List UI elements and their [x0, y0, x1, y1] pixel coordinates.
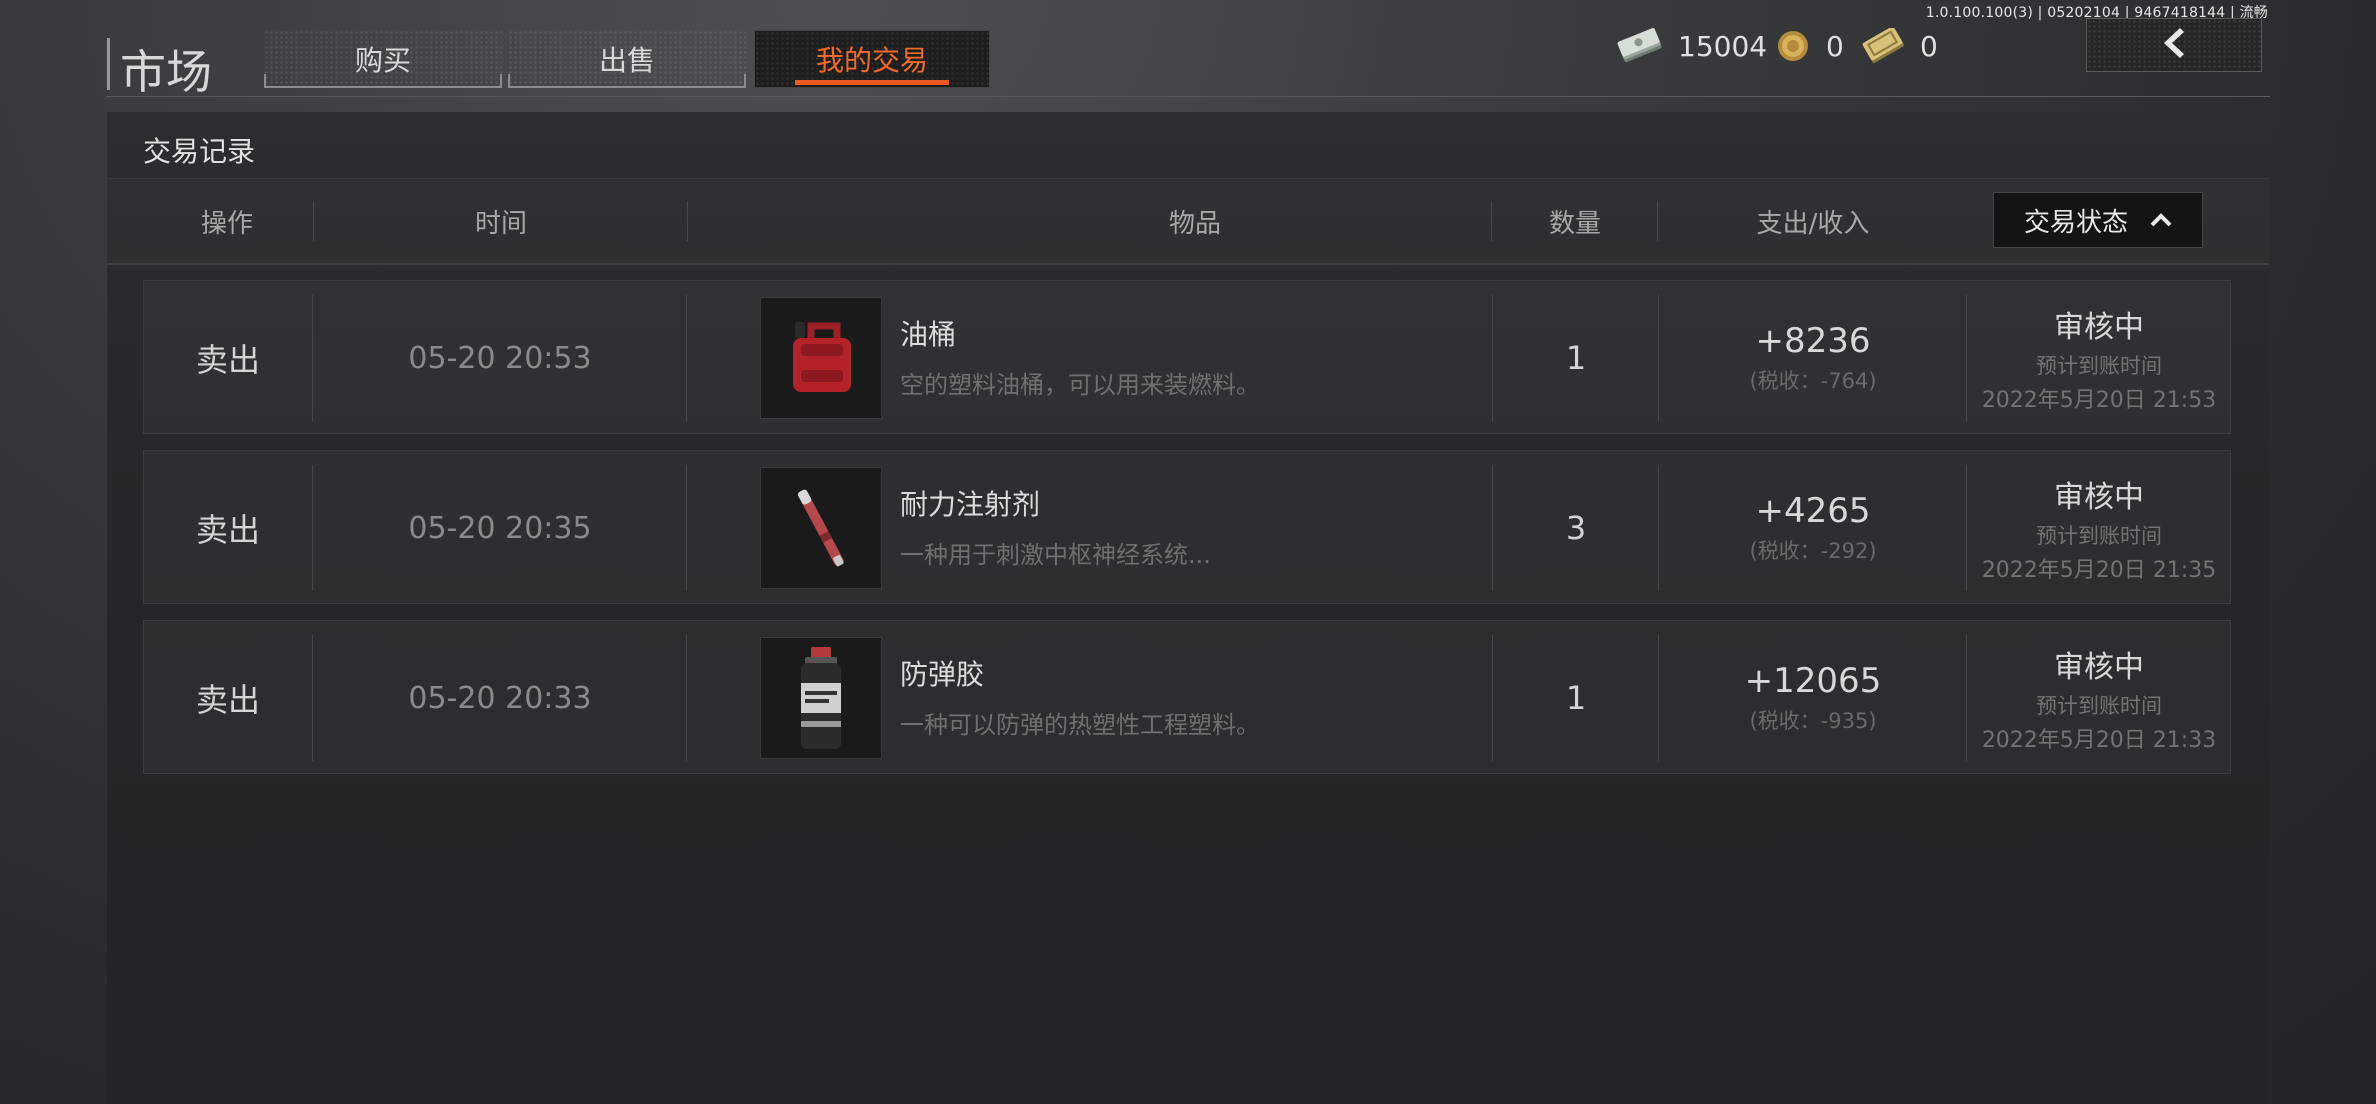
status-badge: 审核中	[2054, 310, 2144, 345]
tab-my-trades[interactable]: 我的交易	[754, 30, 990, 88]
currency-cash: 15004	[1616, 26, 1767, 66]
trade-time: 05-20 20:53	[408, 340, 592, 376]
sell-action-button[interactable]: 卖出	[196, 505, 260, 551]
cash-value: 15004	[1678, 29, 1768, 63]
gold-bill-value: 0	[1920, 29, 1938, 63]
back-button[interactable]	[2086, 18, 2262, 72]
sell-action-button[interactable]: 卖出	[196, 675, 260, 721]
col-action: 操作	[200, 208, 253, 239]
title-accent-bar	[107, 38, 110, 90]
currency-gold-bill: 0	[1862, 26, 1938, 66]
table-row: 卖出 05-20 20:35 耐力注射剂 一种用于刺激中枢神经系统... 3 +…	[143, 450, 2231, 604]
gold-bill-icon	[1862, 26, 1906, 64]
item-name: 防弹胶	[900, 658, 985, 691]
tab-my-trades-label: 我的交易	[815, 44, 928, 77]
trade-time: 05-20 20:35	[408, 510, 592, 546]
col-quantity: 数量	[1548, 208, 1601, 239]
fuel-can-icon	[760, 297, 882, 419]
panel-title: 交易记录	[143, 135, 256, 168]
quantity: 3	[1565, 509, 1587, 547]
tax-amount: (税收：-764)	[1749, 369, 1877, 393]
status-filter-label: 交易状态	[2023, 207, 2128, 238]
sell-action-button[interactable]: 卖出	[196, 335, 260, 381]
header: 市场 购买 出售 我的交易 15004 0 0	[0, 0, 2376, 100]
tab-buy[interactable]: 购买	[264, 30, 502, 88]
item-description: 一种可以防弹的热塑性工程塑料。	[900, 711, 1260, 739]
col-amount: 支出/收入	[1756, 208, 1870, 239]
item-name: 油桶	[900, 318, 957, 351]
table-row: 卖出 05-20 20:33 防弹胶 一种可以防弹的热塑性工程塑料。 1 +12…	[143, 620, 2231, 774]
cash-stack-icon	[1616, 27, 1664, 64]
glue-bottle-icon	[760, 637, 882, 759]
trade-time: 05-20 20:33	[408, 680, 592, 716]
tax-amount: (税收：-292)	[1749, 539, 1877, 563]
quantity: 1	[1565, 339, 1587, 377]
gold-coin-icon	[1774, 28, 1812, 64]
income-amount: +8236	[1755, 321, 1871, 361]
item-name: 耐力注射剂	[900, 488, 1041, 521]
status-badge: 审核中	[2054, 650, 2144, 685]
eta-label: 预计到账时间	[2036, 694, 2162, 718]
quantity: 1	[1565, 679, 1587, 717]
eta-date: 2022年5月20日 21:35	[1981, 558, 2217, 583]
tab-buy-label: 购买	[354, 44, 411, 77]
coin-value: 0	[1826, 29, 1844, 63]
trade-records-panel: 交易记录 操作 时间 物品 数量 支出/收入 交易状态 卖出 05-20 20:…	[107, 112, 2269, 1104]
divider	[107, 263, 2269, 265]
page-title: 市场	[120, 45, 212, 99]
income-amount: +4265	[1755, 491, 1871, 531]
eta-label: 预计到账时间	[2036, 524, 2162, 548]
income-amount: +12065	[1744, 661, 1882, 701]
injector-icon	[760, 467, 882, 589]
eta-date: 2022年5月20日 21:33	[1981, 728, 2217, 753]
table-row: 卖出 05-20 20:53 油桶 空的塑料油桶，可以用来装燃料。 1 +823…	[143, 280, 2231, 434]
tab-sell[interactable]: 出售	[508, 30, 746, 88]
chevron-up-icon	[2150, 205, 2172, 235]
item-description: 空的塑料油桶，可以用来装燃料。	[900, 371, 1260, 399]
status-badge: 审核中	[2054, 480, 2144, 515]
tab-sell-label: 出售	[598, 44, 655, 77]
item-description: 一种用于刺激中枢神经系统...	[900, 541, 1211, 569]
header-divider	[106, 96, 2270, 97]
eta-date: 2022年5月20日 21:53	[1981, 388, 2217, 413]
chevron-left-icon	[2154, 23, 2194, 67]
status-filter-dropdown[interactable]: 交易状态	[1993, 192, 2203, 248]
tax-amount: (税收：-935)	[1749, 709, 1877, 733]
col-time: 时间	[474, 208, 527, 239]
currency-coin: 0	[1774, 26, 1844, 66]
table-header: 操作 时间 物品 数量 支出/收入 交易状态	[107, 179, 2269, 263]
eta-label: 预计到账时间	[2036, 354, 2162, 378]
